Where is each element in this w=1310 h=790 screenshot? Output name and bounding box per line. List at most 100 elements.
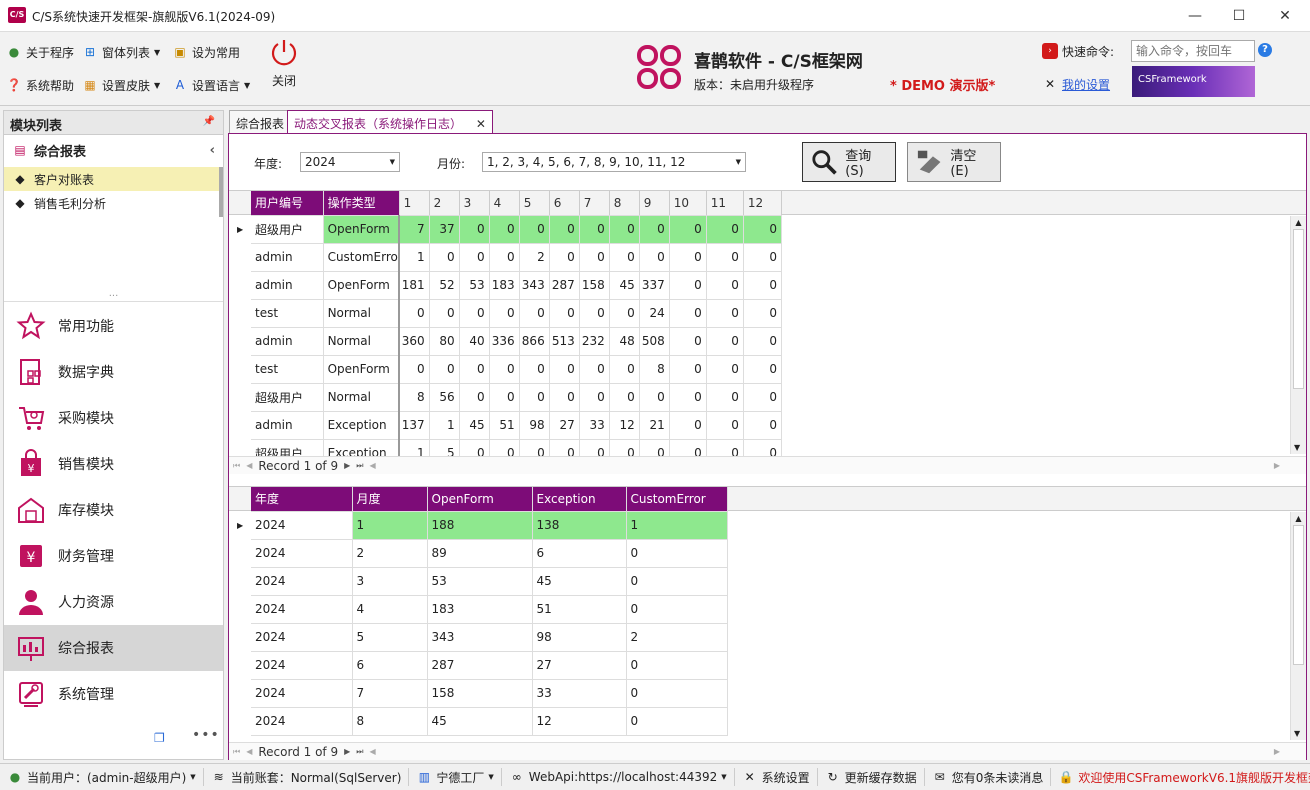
pin-icon[interactable]: 📌 bbox=[203, 116, 215, 127]
grid1-cell[interactable]: 0 bbox=[669, 299, 707, 328]
grid1-column-header[interactable]: 用户编号 bbox=[251, 191, 324, 216]
nav-common-functions[interactable]: 常用功能 bbox=[4, 303, 223, 349]
grid1-cell[interactable]: 0 bbox=[669, 243, 707, 272]
nav-system-management[interactable]: 系统管理 bbox=[4, 671, 223, 717]
grid1-cell[interactable]: 51 bbox=[489, 411, 520, 440]
grid1-cell[interactable]: 0 bbox=[489, 383, 520, 412]
grid1-cell[interactable]: 7 bbox=[399, 215, 430, 244]
table-row[interactable]: 超级用户 Normal 8 56 0 0 0 0 0 0 0 0 0 0 bbox=[251, 383, 783, 412]
nav-inventory[interactable]: 库存模块 bbox=[4, 487, 223, 533]
grid1-cell[interactable]: 0 bbox=[669, 355, 707, 384]
grid2-cell[interactable]: 0 bbox=[626, 707, 728, 736]
grid1-cell[interactable]: 0 bbox=[519, 299, 550, 328]
last-record-icon[interactable]: ⏭ bbox=[356, 461, 363, 471]
grid1-cell[interactable]: 48 bbox=[609, 327, 640, 356]
grid2-cell[interactable]: 6 bbox=[352, 651, 428, 680]
grid1-cell[interactable]: 0 bbox=[743, 215, 783, 244]
grid1-cell[interactable]: 0 bbox=[609, 383, 640, 412]
table-row[interactable]: test OpenForm 0 0 0 0 0 0 0 0 8 0 0 0 bbox=[251, 355, 783, 384]
grid1-cell[interactable]: 0 bbox=[743, 355, 783, 384]
grid1-column-header[interactable]: 3 bbox=[459, 191, 490, 216]
tab-reports[interactable]: 综合报表 bbox=[229, 110, 292, 133]
grid2-cell[interactable]: 1 bbox=[352, 511, 428, 540]
table-row[interactable]: admin OpenForm 181 52 53 183 343 287 158 45 337 0 0 0 bbox=[251, 271, 783, 300]
grid1-cell[interactable]: 0 bbox=[459, 383, 490, 412]
grid2-column-header[interactable]: 年度 bbox=[251, 487, 353, 512]
scroll-right-icon[interactable]: ▶ bbox=[1274, 461, 1280, 470]
grid1-cell[interactable]: 0 bbox=[743, 299, 783, 328]
grid1-cell[interactable]: 56 bbox=[429, 383, 460, 412]
table-row[interactable]: 2024 4 183 51 0 bbox=[251, 595, 728, 624]
scroll-thumb[interactable] bbox=[1293, 525, 1304, 665]
scroll-down-icon[interactable]: ▼ bbox=[1294, 443, 1300, 452]
skin-button[interactable]: ▦ 设置皮肤 ▼ bbox=[82, 75, 160, 95]
grid2-cell[interactable]: 183 bbox=[427, 595, 533, 624]
grid1-cell[interactable]: 0 bbox=[399, 299, 430, 328]
grid2-cell[interactable]: 0 bbox=[626, 679, 728, 708]
grid1-cell[interactable]: 0 bbox=[579, 355, 610, 384]
close-tab-icon[interactable]: ✕ bbox=[476, 117, 486, 131]
maximize-button[interactable]: ☐ bbox=[1216, 0, 1262, 32]
grid2-cell[interactable]: 12 bbox=[532, 707, 627, 736]
grid2-column-header[interactable]: CustomError bbox=[626, 487, 728, 512]
restore-icon[interactable]: ❐ bbox=[154, 731, 165, 745]
more-icon[interactable]: ••• bbox=[192, 727, 220, 743]
prev-record-icon[interactable]: ◀ bbox=[246, 461, 252, 470]
minimize-button[interactable]: — bbox=[1172, 0, 1218, 32]
grid1-cell[interactable]: 0 bbox=[669, 271, 707, 300]
grid1-cell[interactable]: 0 bbox=[549, 299, 580, 328]
grid1-cell[interactable]: 0 bbox=[706, 383, 744, 412]
grid1-column-header[interactable]: 8 bbox=[609, 191, 640, 216]
grid1-cell[interactable]: 0 bbox=[743, 411, 783, 440]
grid1-cell[interactable]: 12 bbox=[609, 411, 640, 440]
grid1-cell[interactable]: test bbox=[251, 299, 324, 328]
grid1-cell[interactable]: 0 bbox=[743, 243, 783, 272]
grid2-cell[interactable]: 33 bbox=[532, 679, 627, 708]
table-row[interactable]: 2024 3 53 45 0 bbox=[251, 567, 728, 596]
grid1-cell[interactable]: 0 bbox=[459, 215, 490, 244]
grid1-cell[interactable]: 98 bbox=[519, 411, 550, 440]
grid1-cell[interactable]: 0 bbox=[669, 383, 707, 412]
grid1-cell[interactable]: 0 bbox=[519, 215, 550, 244]
grid1-cell[interactable]: 0 bbox=[489, 243, 520, 272]
year-select[interactable]: 2024 ▼ bbox=[300, 152, 400, 172]
grid1-cell[interactable]: OpenForm bbox=[323, 271, 401, 300]
grid1-cell[interactable]: 137 bbox=[399, 411, 430, 440]
grid2-cell[interactable]: 0 bbox=[626, 567, 728, 596]
grid1-column-header[interactable]: 7 bbox=[579, 191, 610, 216]
grid1-column-header[interactable]: 1 bbox=[399, 191, 430, 216]
grid2-cell[interactable]: 0 bbox=[626, 651, 728, 680]
first-record-icon[interactable]: ⏮ bbox=[233, 747, 240, 757]
grid2-cell[interactable]: 2024 bbox=[251, 511, 353, 540]
grid1-cell[interactable]: 0 bbox=[459, 355, 490, 384]
scroll-up-icon[interactable]: ▲ bbox=[1293, 514, 1304, 523]
window-list-button[interactable]: ⊞ 窗体列表 ▼ bbox=[82, 42, 160, 62]
grid1-cell[interactable]: 40 bbox=[459, 327, 490, 356]
table-row[interactable]: 2024 6 287 27 0 bbox=[251, 651, 728, 680]
grid1-cell[interactable]: admin bbox=[251, 327, 324, 356]
table-row[interactable]: 2024 8 45 12 0 bbox=[251, 707, 728, 736]
grid2-cell[interactable]: 5 bbox=[352, 623, 428, 652]
nav-data-dictionary[interactable]: 数据字典 bbox=[4, 349, 223, 395]
grid2-column-header[interactable]: OpenForm bbox=[427, 487, 533, 512]
grid1-cell[interactable]: 336 bbox=[489, 327, 520, 356]
grid1-cell[interactable]: 287 bbox=[549, 271, 580, 300]
grid1-cell[interactable]: 0 bbox=[669, 215, 707, 244]
table-row[interactable]: 2024 7 158 33 0 bbox=[251, 679, 728, 708]
grid1-cell[interactable]: 0 bbox=[743, 383, 783, 412]
grid2-cell[interactable]: 2024 bbox=[251, 651, 353, 680]
status-refresh-cache[interactable]: ↻ 更新缓存数据 bbox=[818, 768, 925, 786]
grid1-cell[interactable]: 0 bbox=[639, 383, 670, 412]
grid1-cell[interactable]: 37 bbox=[429, 215, 460, 244]
grid1-column-header[interactable]: 11 bbox=[706, 191, 744, 216]
grid2-cell[interactable]: 45 bbox=[532, 567, 627, 596]
grid2-cell[interactable]: 287 bbox=[427, 651, 533, 680]
grid2-cell[interactable]: 2024 bbox=[251, 707, 353, 736]
grid1-cell[interactable]: 0 bbox=[549, 383, 580, 412]
grid1-cell[interactable]: 183 bbox=[489, 271, 520, 300]
grid1-cell[interactable]: Normal bbox=[323, 327, 401, 356]
nav-purchasing[interactable]: 采购模块 bbox=[4, 395, 223, 441]
grid2-column-header[interactable]: Exception bbox=[532, 487, 627, 512]
nav-hr[interactable]: 人力资源 bbox=[4, 579, 223, 625]
grid1-cell[interactable]: 0 bbox=[609, 215, 640, 244]
